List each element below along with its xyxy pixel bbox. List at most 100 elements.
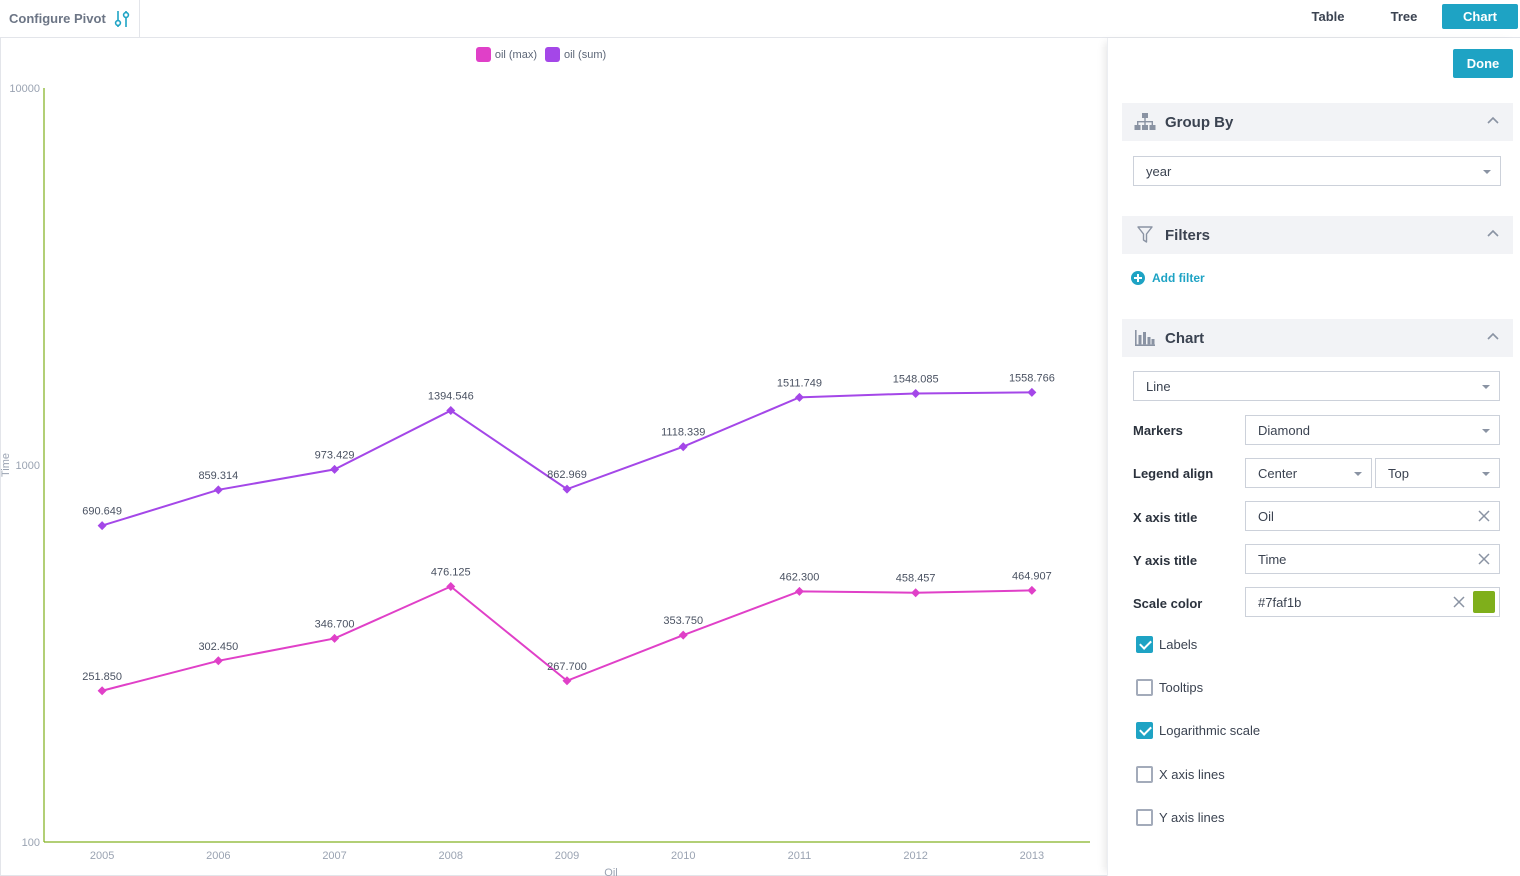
data-label: 1394.546 bbox=[428, 391, 474, 403]
chart-area: 100 1000 10000 2005 2006 2007 2008 2009 2010 2011… bbox=[0, 38, 1107, 876]
y-axis-lines-checkbox-row[interactable]: Y axis lines bbox=[1136, 809, 1225, 826]
y-axis-lines-checkbox[interactable] bbox=[1136, 809, 1153, 826]
chart-legend: oil (max) oil (sum) bbox=[0, 47, 1107, 62]
data-label: 346.700 bbox=[315, 618, 355, 630]
x-axis-title-label: X axis title bbox=[1133, 510, 1198, 525]
data-point-marker bbox=[794, 586, 804, 596]
legend-align-vertical-value: Top bbox=[1388, 465, 1409, 481]
y-axis-title-label: Y axis title bbox=[1133, 553, 1198, 568]
series-line-oil-sum bbox=[101, 391, 1032, 527]
line-chart: 100 1000 10000 2005 2006 2007 2008 2009 2010 2011… bbox=[0, 83, 1090, 876]
scale-color-input[interactable]: #7faf1b bbox=[1245, 587, 1500, 617]
x-tick-label: 2012 bbox=[903, 850, 927, 862]
scale-color-label: Scale color bbox=[1133, 596, 1203, 611]
chart-settings-panel: Done Group By year Filters Add filter Ch… bbox=[1107, 38, 1520, 876]
tab-tree[interactable]: Tree bbox=[1366, 4, 1442, 29]
plus-circle-icon bbox=[1131, 271, 1145, 285]
logarithmic-scale-checkbox-row[interactable]: Logarithmic scale bbox=[1136, 722, 1260, 739]
done-button[interactable]: Done bbox=[1453, 49, 1513, 78]
clear-icon[interactable] bbox=[1452, 595, 1466, 609]
y-axis-title: Time bbox=[0, 453, 12, 477]
data-point-marker bbox=[1027, 387, 1037, 397]
y-tick-label: 10000 bbox=[9, 83, 40, 95]
tooltips-checkbox-row[interactable]: Tooltips bbox=[1136, 679, 1203, 696]
top-toolbar: Configure Pivot Table Tree Chart bbox=[0, 0, 1520, 38]
group-by-title: Group By bbox=[1165, 113, 1234, 131]
data-point-marker bbox=[678, 442, 688, 452]
legend-label-oil-max: oil (max) bbox=[494, 48, 537, 61]
markers-select[interactable]: Diamond bbox=[1245, 415, 1500, 445]
data-label: 973.429 bbox=[315, 449, 355, 461]
filters-section-header[interactable]: Filters bbox=[1122, 216, 1513, 254]
y-axis-title-input[interactable]: Time bbox=[1245, 544, 1500, 574]
markers-label: Markers bbox=[1133, 423, 1183, 438]
x-tick-label: 2006 bbox=[206, 850, 230, 862]
sliders-icon bbox=[114, 10, 129, 27]
configure-pivot-label: Configure Pivot bbox=[9, 11, 106, 26]
data-point-marker bbox=[330, 464, 340, 474]
data-label: 267.700 bbox=[547, 661, 587, 673]
x-tick-label: 2011 bbox=[788, 850, 812, 862]
chevron-up-icon[interactable] bbox=[1487, 228, 1499, 240]
color-swatch-button[interactable] bbox=[1473, 591, 1495, 613]
x-axis-title-input[interactable]: Oil bbox=[1245, 501, 1500, 531]
chevron-up-icon[interactable] bbox=[1487, 115, 1499, 127]
data-point-marker bbox=[911, 388, 921, 398]
group-by-value: year bbox=[1146, 163, 1172, 179]
data-label: 1511.749 bbox=[777, 377, 822, 389]
legend-swatch-oil-sum bbox=[545, 47, 560, 62]
legend-item-oil-sum[interactable]: oil (sum) bbox=[545, 47, 606, 62]
chart-type-select[interactable]: Line bbox=[1133, 371, 1500, 401]
chevron-up-icon[interactable] bbox=[1487, 331, 1499, 343]
data-label: 1118.339 bbox=[661, 427, 705, 439]
data-point-marker bbox=[97, 686, 107, 696]
tab-chart[interactable]: Chart bbox=[1442, 4, 1518, 29]
add-filter-label: Add filter bbox=[1152, 271, 1205, 285]
chevron-down-icon bbox=[1482, 472, 1490, 476]
tooltips-checkbox[interactable] bbox=[1136, 679, 1153, 696]
hierarchy-icon bbox=[1134, 112, 1156, 132]
data-label: 1558.766 bbox=[1009, 372, 1055, 384]
group-by-section-header[interactable]: Group By bbox=[1122, 103, 1513, 141]
y-axis-title-value: Time bbox=[1258, 551, 1287, 567]
x-axis-lines-checkbox[interactable] bbox=[1136, 766, 1153, 783]
data-label: 1548.085 bbox=[893, 373, 939, 385]
labels-checkbox-row[interactable]: Labels bbox=[1136, 636, 1197, 653]
data-label: 464.907 bbox=[1012, 570, 1052, 582]
x-axis-title-value: Oil bbox=[1258, 508, 1274, 524]
data-label: 690.649 bbox=[82, 506, 122, 518]
chevron-down-icon bbox=[1482, 429, 1490, 433]
data-point-marker bbox=[911, 588, 921, 598]
tooltips-checkbox-label: Tooltips bbox=[1159, 680, 1204, 695]
data-point-marker bbox=[678, 630, 688, 640]
legend-align-vertical-select[interactable]: Top bbox=[1375, 458, 1500, 488]
data-label: 476.125 bbox=[431, 566, 471, 578]
chart-section-title: Chart bbox=[1165, 329, 1205, 347]
configure-pivot-button[interactable]: Configure Pivot bbox=[0, 0, 140, 37]
legend-item-oil-max[interactable]: oil (max) bbox=[475, 47, 537, 62]
x-tick-label: 2013 bbox=[1020, 850, 1044, 862]
bar-chart-icon bbox=[1134, 328, 1156, 348]
add-filter-button[interactable]: Add filter bbox=[1131, 271, 1205, 285]
data-label: 353.750 bbox=[663, 615, 703, 627]
x-axis-title: Oil bbox=[604, 867, 617, 876]
data-point-marker bbox=[213, 656, 223, 666]
data-label: 458.457 bbox=[896, 573, 936, 585]
logarithmic-scale-checkbox-label: Logarithmic scale bbox=[1159, 723, 1261, 738]
data-point-marker bbox=[97, 521, 107, 531]
data-point-marker bbox=[1027, 585, 1037, 595]
labels-checkbox[interactable] bbox=[1136, 636, 1153, 653]
legend-align-horizontal-value: Center bbox=[1258, 465, 1298, 481]
x-axis-lines-checkbox-row[interactable]: X axis lines bbox=[1136, 766, 1225, 783]
group-by-select[interactable]: year bbox=[1133, 156, 1501, 186]
x-axis-lines-checkbox-label: X axis lines bbox=[1159, 767, 1225, 782]
scale-color-value: #7faf1b bbox=[1258, 594, 1302, 610]
y-axis-lines-checkbox-label: Y axis lines bbox=[1159, 810, 1225, 825]
legend-label-oil-sum: oil (sum) bbox=[564, 48, 607, 61]
clear-icon[interactable] bbox=[1477, 509, 1491, 523]
legend-align-horizontal-select[interactable]: Center bbox=[1245, 458, 1372, 488]
tab-table[interactable]: Table bbox=[1290, 4, 1366, 29]
clear-icon[interactable] bbox=[1477, 552, 1491, 566]
logarithmic-scale-checkbox[interactable] bbox=[1136, 722, 1153, 739]
chart-section-header[interactable]: Chart bbox=[1122, 319, 1513, 357]
